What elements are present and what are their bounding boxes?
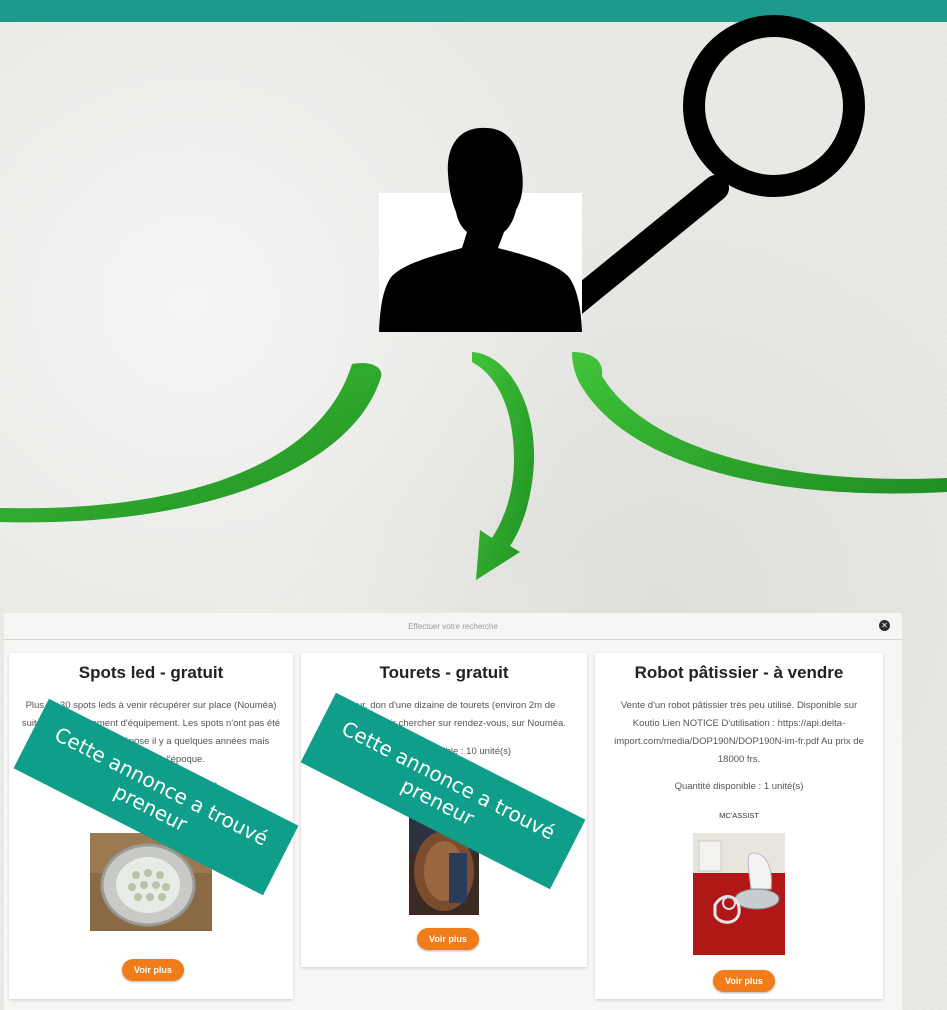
card-title: Spots led - gratuit xyxy=(78,663,224,682)
search-input[interactable]: Effectuer votre recherche xyxy=(408,622,498,631)
card-seller: MC'ASSIST xyxy=(719,811,759,820)
curved-arrow-left-icon xyxy=(0,362,382,523)
search-bar[interactable]: Effectuer votre recherche ✕ xyxy=(4,613,902,640)
card-title: Tourets - gratuit xyxy=(379,663,509,682)
card-title: Robot pâtissier - à vendre xyxy=(634,663,844,682)
search-illustration xyxy=(0,15,947,580)
person-silhouette-icon xyxy=(379,127,582,333)
magnifying-glass-icon xyxy=(547,15,865,328)
curved-arrow-down-icon xyxy=(472,352,535,580)
listing-image xyxy=(693,833,785,955)
card-description: Vente d'un robot pâtissier très peu util… xyxy=(614,700,864,765)
voir-plus-button[interactable]: Voir plus xyxy=(713,970,775,992)
voir-plus-button[interactable]: Voir plus xyxy=(417,928,479,950)
voir-plus-button[interactable]: Voir plus xyxy=(122,959,184,981)
curved-arrow-right-icon xyxy=(572,352,947,494)
close-icon[interactable]: ✕ xyxy=(879,620,890,631)
card-quantity: Quantité disponible : 1 unité(s) xyxy=(674,781,804,792)
listing-card: Robot pâtissier - à vendre Vente d'un ro… xyxy=(595,653,883,999)
